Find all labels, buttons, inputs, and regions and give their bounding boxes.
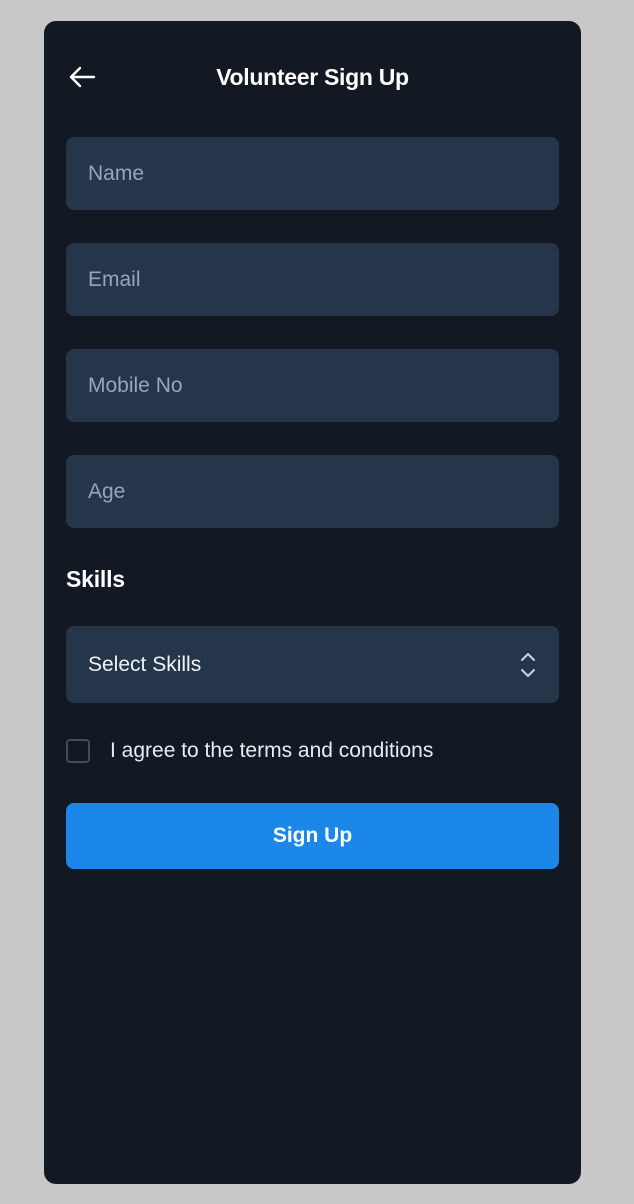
terms-row: I agree to the terms and conditions [66, 736, 433, 766]
back-button[interactable] [64, 61, 100, 93]
mobile-field[interactable] [66, 349, 559, 422]
arrow-left-icon [69, 66, 96, 88]
signup-panel: Volunteer Sign Up Skills Select Skills I… [44, 21, 581, 1184]
email-field[interactable] [66, 243, 559, 316]
name-field[interactable] [66, 137, 559, 210]
email-input[interactable] [88, 267, 537, 292]
age-field[interactable] [66, 455, 559, 528]
header: Volunteer Sign Up [44, 57, 581, 97]
terms-checkbox[interactable] [66, 739, 90, 763]
skills-label: Skills [66, 566, 125, 592]
terms-label: I agree to the terms and conditions [110, 739, 434, 762]
age-input[interactable] [88, 479, 537, 504]
skills-select[interactable]: Select Skills [66, 626, 559, 703]
chevron-up-down-icon [521, 652, 535, 677]
mobile-input[interactable] [88, 373, 537, 398]
page-title: Volunteer Sign Up [216, 64, 409, 90]
skills-select-value: Select Skills [88, 652, 202, 676]
sign-up-button[interactable]: Sign Up [66, 803, 559, 869]
name-input[interactable] [88, 161, 537, 186]
